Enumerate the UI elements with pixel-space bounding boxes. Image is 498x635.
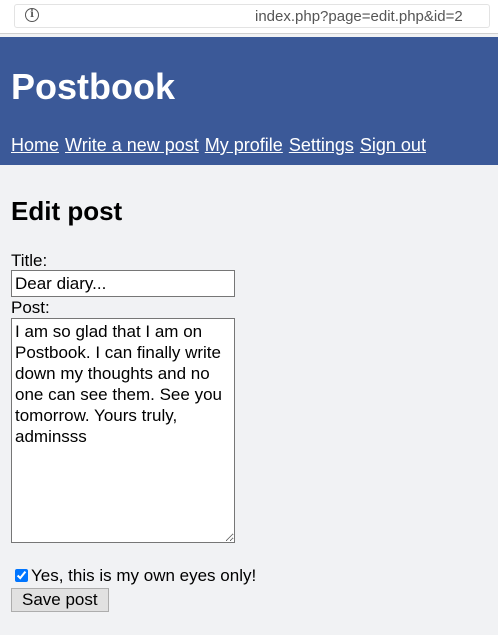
private-checkbox-label[interactable]: Yes, this is my own eyes only! (31, 566, 256, 585)
page-title: Edit post (11, 196, 123, 226)
save-post-button[interactable]: Save post (11, 588, 109, 612)
main-nav: Home Write a new post My profile Setting… (11, 134, 427, 156)
private-checkbox-row[interactable]: Yes, this is my own eyes only! (13, 566, 256, 586)
site-header: Postbook Home Write a new post My profil… (0, 37, 498, 165)
post-textarea[interactable]: I am so glad that I am on Postbook. I ca… (11, 318, 235, 543)
nav-link-my-profile[interactable]: My profile (205, 135, 283, 155)
address-field[interactable]: i index.php?page=edit.php&id=2 (14, 4, 490, 28)
info-icon[interactable]: i (25, 8, 39, 22)
address-bar[interactable]: i index.php?page=edit.php&id=2 (0, 0, 498, 34)
url-text[interactable]: index.php?page=edit.php&id=2 (255, 8, 463, 25)
nav-link-settings[interactable]: Settings (289, 135, 354, 155)
title-label: Title: (11, 251, 48, 270)
title-input[interactable] (11, 270, 235, 297)
private-checkbox[interactable] (15, 569, 28, 582)
nav-link-write-post[interactable]: Write a new post (65, 135, 199, 155)
nav-link-home[interactable]: Home (11, 135, 59, 155)
nav-link-sign-out[interactable]: Sign out (360, 135, 426, 155)
site-title: Postbook (11, 66, 176, 107)
post-label: Post: (11, 298, 50, 317)
